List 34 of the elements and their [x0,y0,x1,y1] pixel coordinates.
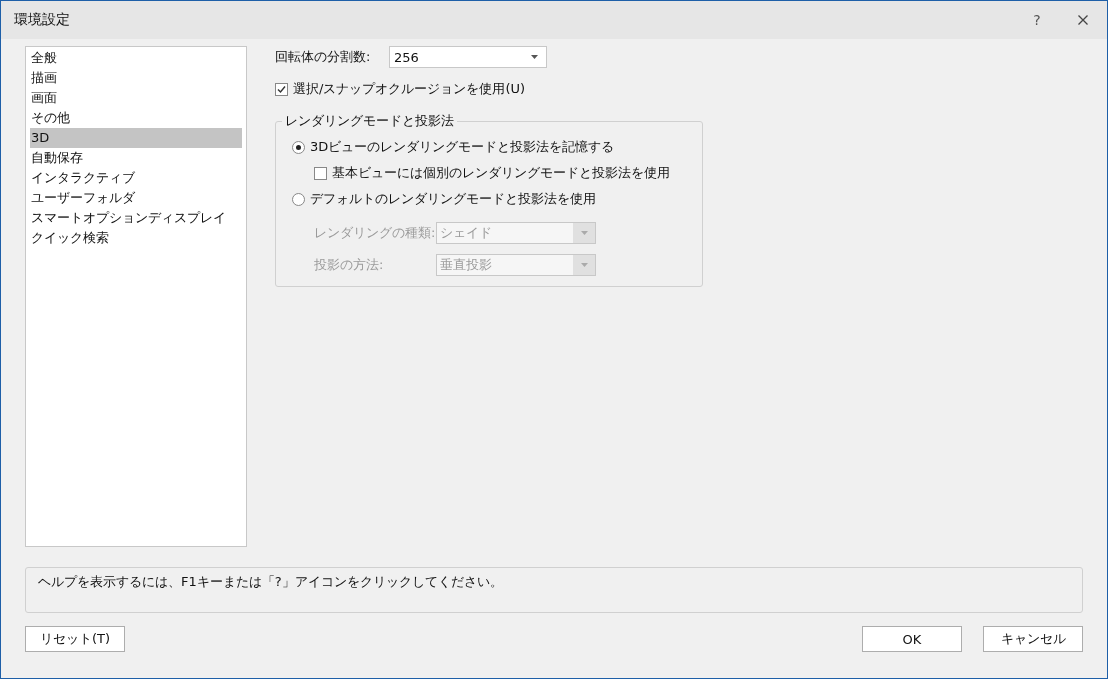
category-item[interactable]: クイック検索 [30,228,242,248]
field-label: 投影の方法: [314,256,385,274]
category-item[interactable]: 3D [30,128,242,148]
category-item[interactable]: 画面 [30,88,242,108]
dropdown-value: 垂直投影 [440,256,492,274]
dropdown-arrow-icon [531,55,538,59]
subdivisions-dropdown[interactable]: 256 [389,46,547,68]
cancel-button[interactable]: キャンセル [983,626,1083,652]
subdivisions-label: 回転体の分割数: [275,48,372,66]
radio-label: デフォルトのレンダリングモードと投影法を使用 [310,190,596,208]
window-title: 環境設定 [14,11,71,29]
group-title: レンダリングモードと投影法 [284,112,455,130]
help-text: ヘルプを表示するには、F1キーまたは「?」アイコンをクリックしてください。 [38,574,503,589]
ok-button[interactable]: OK [862,626,962,652]
radio-button[interactable] [292,192,305,206]
subdivisions-value: 256 [394,49,419,65]
radio-button[interactable] [292,140,305,154]
checkbox-label: 選択/スナップオクルージョンを使用(U) [293,80,526,98]
reset-button[interactable]: リセット(T) [25,626,125,652]
category-item[interactable]: スマートオプションディスプレイ [30,208,242,228]
category-item[interactable]: インタラクティブ [30,168,242,188]
field-label: レンダリングの種類: [314,224,436,242]
category-item[interactable]: 自動保存 [30,148,242,168]
category-item[interactable]: ユーザーフォルダ [30,188,242,208]
checkbox[interactable] [275,82,288,96]
category-item[interactable]: 描画 [30,68,242,88]
close-icon [1078,15,1088,25]
radio-label: 3Dビューのレンダリングモードと投影法を記憶する [310,138,615,156]
category-item[interactable]: その他 [30,108,242,128]
checkbox[interactable] [314,166,327,180]
dropdown-value: シェイド [440,224,492,242]
checkbox-label: 基本ビューには個別のレンダリングモードと投影法を使用 [332,164,670,182]
category-item[interactable]: 全般 [30,48,242,68]
help-button[interactable]: ? [1025,12,1049,28]
